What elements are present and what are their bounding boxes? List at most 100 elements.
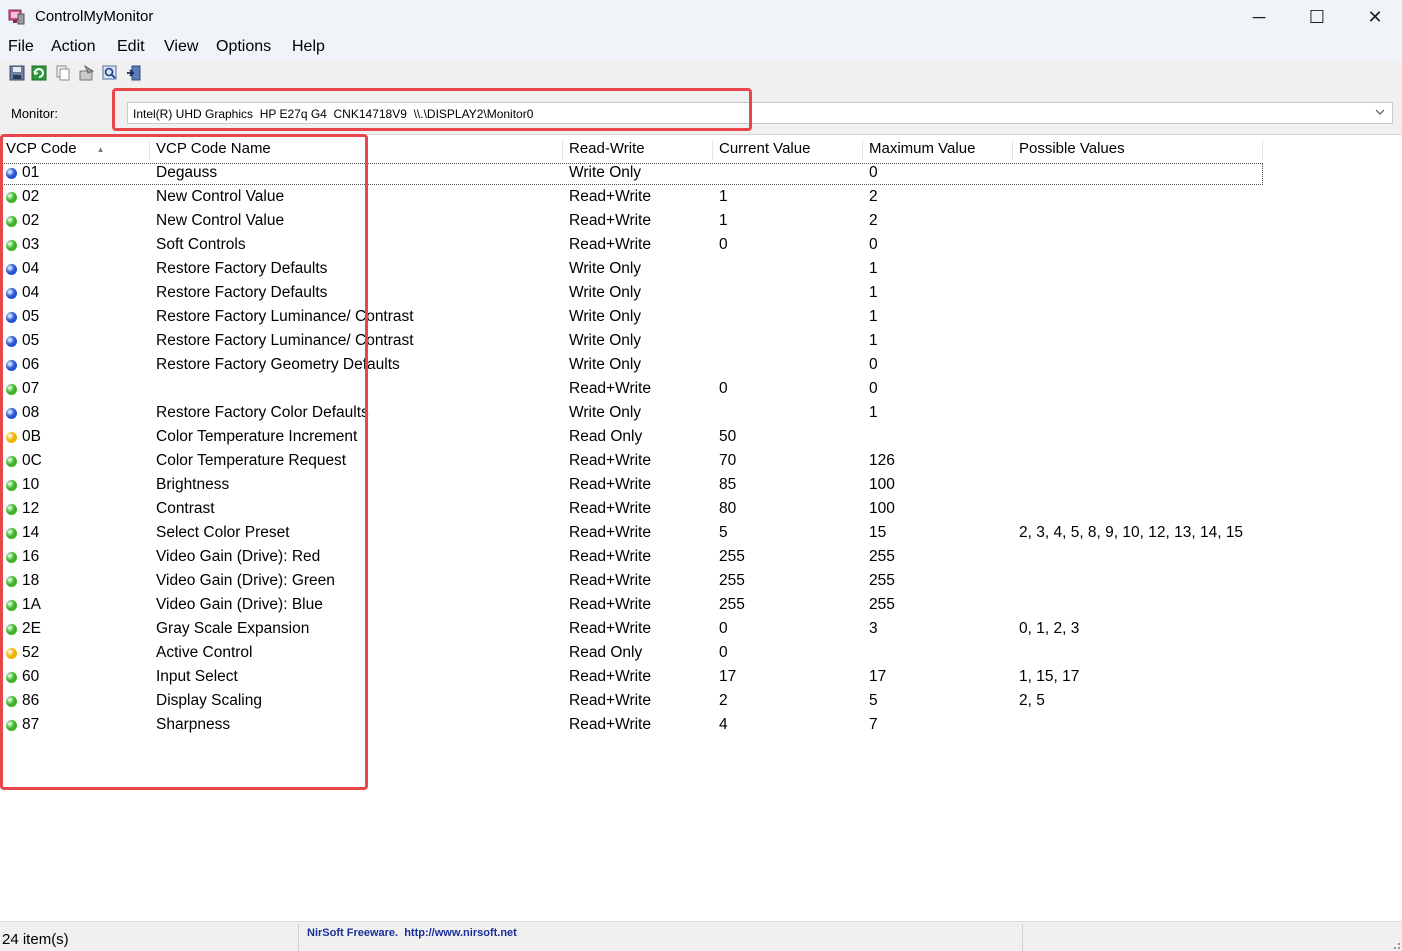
cell-maximum-value: 0 <box>869 356 878 373</box>
cell-maximum-value: 255 <box>869 596 895 613</box>
cell-maximum-value: 17 <box>869 668 887 685</box>
cell-current-value: 0 <box>719 236 728 253</box>
close-button[interactable]: ✕ <box>1346 0 1402 34</box>
cell-maximum-value: 2 <box>869 188 878 205</box>
cell-maximum-value: 2 <box>869 212 878 229</box>
status-separator <box>1022 924 1023 951</box>
column-header-read-write[interactable]: Read-Write <box>569 140 713 160</box>
cell-read-write: Read+Write <box>569 476 651 493</box>
cell-current-value: 1 <box>719 188 728 205</box>
vcp-columns-highlight-box <box>0 134 368 790</box>
minimize-icon: ─ <box>1252 6 1266 27</box>
cell-read-write: Write Only <box>569 308 642 325</box>
cell-maximum-value: 0 <box>869 164 878 181</box>
cell-maximum-value: 1 <box>869 404 878 421</box>
cell-read-write: Write Only <box>569 284 642 301</box>
status-bar: 24 item(s) NirSoft Freeware. http://www.… <box>0 921 1402 951</box>
cell-maximum-value: 1 <box>869 284 878 301</box>
column-header-maximum-value[interactable]: Maximum Value <box>869 140 1013 160</box>
cell-current-value: 70 <box>719 452 737 469</box>
cell-current-value: 5 <box>719 524 728 541</box>
cell-current-value: 255 <box>719 548 745 565</box>
cell-maximum-value: 100 <box>869 476 895 493</box>
monitor-label: Monitor: <box>11 106 58 121</box>
resize-grip-icon[interactable] <box>1392 941 1400 949</box>
toolbar <box>0 60 1402 86</box>
cell-read-write: Read+Write <box>569 500 651 517</box>
menu-action[interactable]: Action <box>51 38 95 56</box>
cell-maximum-value: 126 <box>869 452 895 469</box>
column-header-current-value[interactable]: Current Value <box>719 140 863 160</box>
cell-read-write: Write Only <box>569 404 642 421</box>
cell-read-write: Read+Write <box>569 236 651 253</box>
menu-options[interactable]: Options <box>216 38 271 56</box>
cell-maximum-value: 255 <box>869 548 895 565</box>
minimize-button[interactable]: ─ <box>1230 0 1288 34</box>
cell-read-write: Read+Write <box>569 716 651 733</box>
cell-read-write: Read+Write <box>569 692 651 709</box>
cell-current-value: 50 <box>719 428 737 445</box>
menu-edit[interactable]: Edit <box>117 38 145 56</box>
cell-current-value: 1 <box>719 212 728 229</box>
cell-maximum-value: 1 <box>869 332 878 349</box>
cell-read-write: Write Only <box>569 332 642 349</box>
cell-maximum-value: 7 <box>869 716 878 733</box>
cell-current-value: 0 <box>719 380 728 397</box>
cell-maximum-value: 100 <box>869 500 895 517</box>
save-icon[interactable] <box>9 65 25 81</box>
cell-maximum-value: 1 <box>869 308 878 325</box>
cell-current-value: 17 <box>719 668 737 685</box>
menu-bar: File Action Edit View Options Help <box>0 34 1402 60</box>
exit-icon[interactable] <box>126 65 142 81</box>
cell-current-value: 0 <box>719 644 728 661</box>
menu-help[interactable]: Help <box>292 38 325 56</box>
cell-current-value: 255 <box>719 596 745 613</box>
cell-read-write: Read+Write <box>569 548 651 565</box>
cell-read-write: Write Only <box>569 356 642 373</box>
menu-view[interactable]: View <box>164 38 198 56</box>
item-count: 24 item(s) <box>2 931 69 948</box>
cell-read-write: Read Only <box>569 644 643 661</box>
status-separator <box>298 924 299 951</box>
cell-read-write: Read+Write <box>569 380 651 397</box>
cell-possible-values: 1, 15, 17 <box>1019 668 1080 685</box>
nirsoft-link[interactable]: NirSoft Freeware. http://www.nirsoft.net <box>307 927 517 939</box>
cell-possible-values: 2, 5 <box>1019 692 1045 709</box>
title-bar: ControlMyMonitor ─ ☐ ✕ <box>0 0 1402 34</box>
cell-maximum-value: 1 <box>869 260 878 277</box>
refresh-icon[interactable] <box>31 65 47 81</box>
cell-read-write: Write Only <box>569 164 642 181</box>
window-title: ControlMyMonitor <box>35 8 154 25</box>
maximize-icon: ☐ <box>1308 6 1326 27</box>
close-icon: ✕ <box>1367 6 1383 27</box>
chevron-down-icon[interactable] <box>1374 106 1386 118</box>
cell-read-write: Read Only <box>569 428 643 445</box>
cell-read-write: Read+Write <box>569 620 651 637</box>
cell-maximum-value: 3 <box>869 620 878 637</box>
column-header-possible-values[interactable]: Possible Values <box>1019 140 1263 160</box>
cell-read-write: Read+Write <box>569 572 651 589</box>
cell-read-write: Read+Write <box>569 212 651 229</box>
cell-read-write: Read+Write <box>569 188 651 205</box>
app-icon <box>8 9 25 25</box>
cell-current-value: 2 <box>719 692 728 709</box>
menu-file[interactable]: File <box>8 38 34 56</box>
cell-read-write: Read+Write <box>569 524 651 541</box>
monitor-highlight-box <box>112 88 752 131</box>
maximize-button[interactable]: ☐ <box>1288 0 1346 34</box>
cell-possible-values: 0, 1, 2, 3 <box>1019 620 1080 637</box>
find-icon[interactable] <box>102 65 118 81</box>
cell-maximum-value: 5 <box>869 692 878 709</box>
cell-possible-values: 2, 3, 4, 5, 8, 9, 10, 12, 13, 14, 15 <box>1019 524 1244 541</box>
cell-current-value: 255 <box>719 572 745 589</box>
cell-read-write: Read+Write <box>569 596 651 613</box>
properties-icon[interactable] <box>79 65 95 81</box>
cell-read-write: Write Only <box>569 260 642 277</box>
cell-current-value: 4 <box>719 716 728 733</box>
cell-read-write: Read+Write <box>569 452 651 469</box>
copy-icon[interactable] <box>55 65 71 81</box>
cell-current-value: 0 <box>719 620 728 637</box>
cell-maximum-value: 0 <box>869 236 878 253</box>
cell-current-value: 85 <box>719 476 737 493</box>
cell-maximum-value: 255 <box>869 572 895 589</box>
